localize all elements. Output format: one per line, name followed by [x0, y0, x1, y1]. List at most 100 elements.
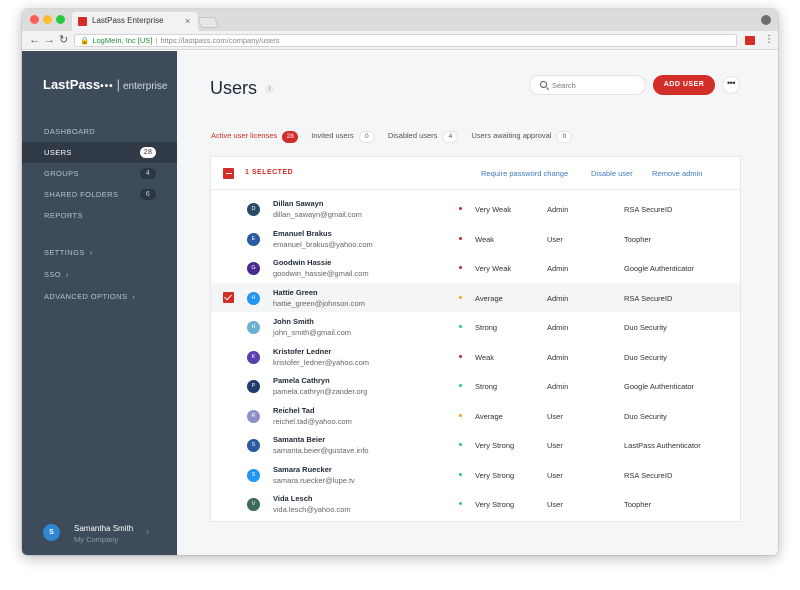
table-row[interactable]: H Hattie Green hattie_green@johnson.com Ave…	[211, 282, 740, 312]
search-input[interactable]	[552, 80, 640, 91]
logo-bar: |	[116, 77, 120, 92]
user-name: Samanta Beier	[273, 435, 326, 444]
row-checkbox[interactable]	[223, 498, 234, 509]
sidebar-item-label: DASHBOARD	[44, 127, 96, 136]
mfa-method: Toopher	[624, 234, 652, 244]
avatar: S	[43, 524, 60, 541]
search-box[interactable]	[529, 75, 646, 95]
back-icon[interactable]: ←	[29, 33, 40, 47]
sidebar-item-settings[interactable]: SETTINGS ›	[22, 242, 177, 263]
strength-indicator-icon	[459, 472, 462, 476]
browser-tab[interactable]: LastPass Enterprise ×	[72, 12, 198, 31]
user-role: Admin	[547, 293, 569, 303]
sidebar-item-reports[interactable]: REPORTS	[22, 205, 177, 226]
user-name: Samantha Smith	[74, 524, 134, 533]
strength-indicator-icon	[459, 443, 462, 446]
table-row[interactable]: R Reichel Tad reichel.tad@yahoo.com Average…	[211, 401, 740, 431]
chevron-right-icon: ›	[89, 248, 93, 257]
more-options-button[interactable]: •••	[722, 76, 740, 94]
filter-active-user-licenses[interactable]: Active user licenses 28	[211, 129, 299, 143]
user-role: Admin	[547, 205, 569, 214]
url-text: https://lastpass.com/company/users	[160, 36, 280, 45]
sidebar-item-shared-folders[interactable]: SHARED FOLDERS 6	[22, 184, 177, 205]
password-strength: Very Strong	[475, 500, 515, 509]
avatar: D	[247, 203, 260, 216]
browser-menu-icon[interactable]: ⋮	[764, 33, 774, 47]
user-name: John Smith	[273, 317, 314, 326]
page-title: Users	[210, 78, 258, 98]
lastpass-logo[interactable]: LastPass••• | enterprise	[43, 77, 167, 92]
row-checkbox[interactable]	[223, 410, 234, 421]
row-checkbox[interactable]	[223, 439, 234, 450]
avatar: S	[247, 468, 260, 482]
user-name: Samara Ruecker	[273, 464, 332, 474]
user-name: Pamela Cathryn	[273, 376, 330, 385]
user-email: vida.lesch@yahoo.com	[273, 505, 351, 514]
chevron-right-icon: ›	[66, 270, 69, 279]
user-name: Reichel Tad	[273, 405, 315, 415]
avatar: H	[247, 291, 260, 305]
table-row[interactable]: K Kristofer Ledner kristofer_ledner@yahoo.…	[211, 342, 740, 372]
mfa-method: Toopher	[624, 500, 652, 509]
row-checkbox[interactable]	[223, 351, 234, 362]
table-row[interactable]: S Samara Ruecker samara.ruecker@lupe.tv Ver…	[211, 460, 740, 490]
password-strength: Very Strong	[475, 470, 515, 480]
filter-disabled-users[interactable]: Disabled users 4	[388, 129, 459, 143]
user-email: samanta.beier@gustave.info	[273, 446, 369, 455]
table-row[interactable]: H John Smith john_smith@gmail.com Strong Adm…	[211, 312, 740, 342]
filter-count-badge: 0	[358, 131, 375, 143]
mfa-method: Google Authenticator	[624, 382, 695, 391]
filter-users-awaiting-approval[interactable]: Users awaiting approval 0	[471, 129, 573, 143]
sidebar-item-groups[interactable]: GROUPS 4	[22, 163, 177, 184]
strength-indicator-icon	[459, 502, 462, 505]
mfa-method: Google Authenticator	[624, 264, 695, 273]
disable-user-link[interactable]: Disable user	[591, 169, 633, 178]
reload-icon[interactable]: ↻	[59, 33, 68, 47]
sidebar-item-sso[interactable]: SSO ›	[22, 264, 177, 285]
row-checkbox[interactable]	[223, 203, 234, 214]
zoom-window-button[interactable]	[56, 15, 65, 24]
users-table: 1 SELECTED Require password change Disab…	[210, 156, 741, 522]
filter-invited-users[interactable]: Invited users 0	[311, 129, 375, 143]
table-row[interactable]: D Dillan Sawayn dillan_sawayn@gmail.com Ver…	[211, 194, 740, 224]
lastpass-extension-icon[interactable]	[745, 36, 755, 45]
row-checkbox[interactable]	[223, 262, 234, 273]
table-row[interactable]: E Emanuel Brakus emanuel_brakus@yahoo.com W…	[211, 224, 740, 254]
table-row[interactable]: P Pamela Cathryn pamela.cathryn@zander.org…	[211, 371, 740, 401]
row-checkbox[interactable]	[223, 469, 234, 480]
avatar: G	[247, 262, 260, 275]
tab-close-icon[interactable]: ×	[185, 15, 190, 27]
require-password-change-link[interactable]: Require password change	[481, 169, 568, 178]
row-checkbox[interactable]	[223, 321, 234, 332]
filter-count-badge: 0	[556, 131, 573, 143]
table-row[interactable]: V Vida Lesch vida.lesch@yahoo.com Very Stro…	[211, 489, 740, 519]
row-checkbox[interactable]	[223, 233, 234, 244]
info-icon[interactable]: i	[265, 85, 274, 94]
filter-label: Active user licenses	[211, 131, 278, 140]
select-all-checkbox[interactable]	[223, 168, 234, 179]
remove-admin-link[interactable]: Remove admin	[652, 169, 702, 178]
tab-title: LastPass Enterprise	[92, 16, 164, 25]
sidebar-item-advanced-options[interactable]: ADVANCED OPTIONS ›	[22, 286, 177, 307]
forward-icon[interactable]: →	[44, 33, 55, 47]
mfa-method: RSA SecureID	[624, 293, 673, 303]
close-window-button[interactable]	[30, 15, 39, 24]
user-email: reichel.tad@yahoo.com	[273, 416, 352, 426]
sidebar-item-users[interactable]: USERS 28	[22, 142, 177, 163]
user-role: Admin	[547, 264, 569, 273]
profile-icon[interactable]	[761, 15, 771, 25]
row-checkbox[interactable]	[223, 380, 234, 391]
account-menu[interactable]: S Samantha Smith My Company ›	[22, 514, 177, 555]
table-row[interactable]: G Goodwin Hassie goodwin_hassie@gmail.com V…	[211, 253, 740, 283]
address-bar[interactable]: 🔒 LogMeIn, Inc [US] | https://lastpass.com/…	[74, 34, 737, 47]
sidebar-item-label: SSO	[44, 270, 62, 279]
filter-count-badge: 28	[282, 131, 299, 143]
row-checkbox[interactable]	[223, 291, 234, 303]
sidebar-item-dashboard[interactable]: DASHBOARD	[22, 121, 177, 142]
add-user-button[interactable]: ADD USER	[653, 75, 715, 95]
new-tab-button[interactable]	[196, 17, 220, 28]
table-row[interactable]: S Samanta Beier samanta.beier@gustave.info…	[211, 430, 740, 460]
mfa-method: LastPass Authenticator	[624, 441, 701, 450]
user-role: User	[547, 500, 563, 509]
minimize-window-button[interactable]	[43, 15, 52, 24]
